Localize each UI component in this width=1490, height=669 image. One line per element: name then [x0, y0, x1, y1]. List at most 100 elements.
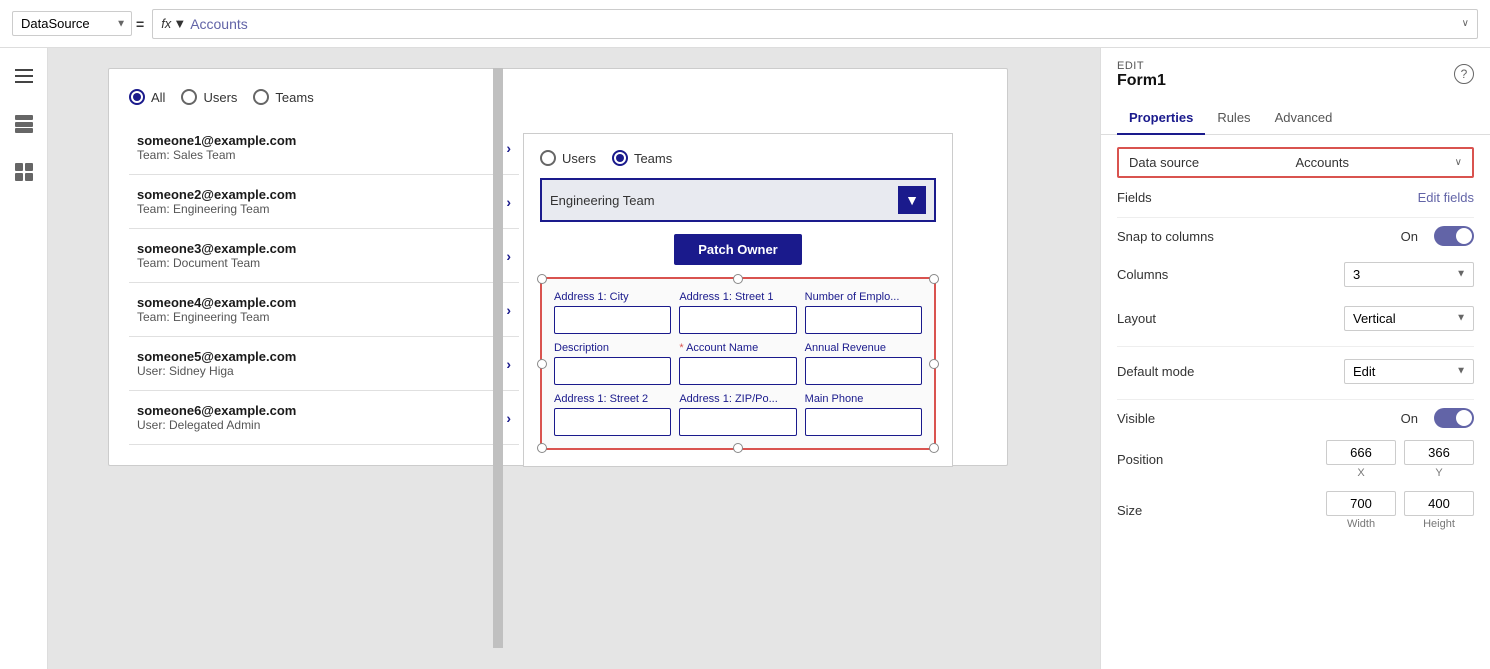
list-item-team: User: Delegated Admin: [137, 418, 296, 432]
inner-radio-users[interactable]: Users: [540, 150, 596, 166]
form-field-phone-input[interactable]: [805, 408, 922, 436]
formula-value: Accounts: [190, 16, 1457, 32]
default-mode-value: Edit View New ▼: [1237, 359, 1474, 384]
form-field-account-name-input[interactable]: [679, 357, 796, 385]
radio-teams-label: Teams: [275, 90, 313, 105]
list-item[interactable]: someone3@example.com Team: Document Team…: [129, 229, 519, 283]
user-list: someone1@example.com Team: Sales Team › …: [129, 121, 519, 445]
inner-radio-teams[interactable]: Teams: [612, 150, 672, 166]
position-y-input[interactable]: [1404, 440, 1474, 465]
data-source-value-group: Accounts ∨: [1296, 155, 1463, 170]
form-field-revenue: Annual Revenue: [805, 342, 922, 385]
snap-toggle-group: On: [1401, 226, 1474, 246]
form-field-street1: Address 1: Street 1: [679, 291, 796, 334]
grid-icon[interactable]: [8, 156, 40, 188]
size-width-input[interactable]: [1326, 491, 1396, 516]
form-field-street2-input[interactable]: [554, 408, 671, 436]
required-asterisk: *: [679, 342, 686, 354]
position-x-group: X: [1326, 440, 1396, 479]
size-height-input[interactable]: [1404, 491, 1474, 516]
list-item[interactable]: someone4@example.com Team: Engineering T…: [129, 283, 519, 337]
columns-row: Columns 3 1 2 ▼: [1117, 258, 1474, 290]
snap-to-columns-toggle[interactable]: [1434, 226, 1474, 246]
patch-owner-button[interactable]: Patch Owner: [674, 234, 801, 265]
radio-all-label: All: [151, 90, 165, 105]
main-area: All Users Teams someone1@example.com Tea…: [0, 48, 1490, 669]
layout-label: Layout: [1117, 311, 1237, 326]
tab-advanced[interactable]: Advanced: [1263, 102, 1345, 135]
fields-label: Fields: [1117, 190, 1237, 205]
edit-fields-link[interactable]: Edit fields: [1418, 190, 1474, 205]
form-name-label: Form1: [1117, 72, 1474, 90]
edit-label: EDIT: [1117, 60, 1474, 72]
form-field-street1-input[interactable]: [679, 306, 796, 334]
divider2: [1117, 346, 1474, 347]
team-dropdown[interactable]: Engineering Team ▼: [540, 178, 936, 222]
list-item-arrow-icon: ›: [506, 194, 511, 210]
resize-handle-tm[interactable]: [733, 274, 743, 284]
visible-on-label: On: [1401, 411, 1418, 426]
list-item-email: someone1@example.com: [137, 133, 296, 148]
form-field-description-input[interactable]: [554, 357, 671, 385]
columns-select[interactable]: 3 1 2: [1344, 262, 1474, 287]
tab-properties[interactable]: Properties: [1117, 102, 1205, 135]
radio-teams[interactable]: Teams: [253, 89, 313, 105]
resize-handle-br[interactable]: [929, 443, 939, 453]
snap-to-columns-row: Snap to columns On: [1117, 226, 1474, 246]
form-field-revenue-input[interactable]: [805, 357, 922, 385]
form-field-city: Address 1: City: [554, 291, 671, 334]
resize-handle-ml[interactable]: [537, 359, 547, 369]
resize-handle-bl[interactable]: [537, 443, 547, 453]
fx-icon: fx ▼: [161, 16, 186, 31]
form-field-employees-input[interactable]: [805, 306, 922, 334]
form-field-phone: Main Phone: [805, 393, 922, 436]
visible-toggle-group: On: [1401, 408, 1474, 428]
list-item[interactable]: someone5@example.com User: Sidney Higa ›: [129, 337, 519, 391]
radio-all[interactable]: All: [129, 89, 165, 105]
resize-handle-mr[interactable]: [929, 359, 939, 369]
layout-select[interactable]: Vertical Horizontal: [1344, 306, 1474, 331]
default-mode-select[interactable]: Edit View New: [1344, 359, 1474, 384]
canvas-area: All Users Teams someone1@example.com Tea…: [48, 48, 1100, 669]
form-field-account-name-label: * Account Name: [679, 342, 796, 354]
form-fields-grid: Address 1: City Address 1: Street 1 Numb…: [554, 291, 922, 436]
properties-section: Data source Accounts ∨ Fields Edit field…: [1101, 135, 1490, 554]
form-field-revenue-label: Annual Revenue: [805, 342, 922, 354]
help-icon[interactable]: ?: [1454, 64, 1474, 84]
list-item[interactable]: someone1@example.com Team: Sales Team ›: [129, 121, 519, 175]
form-field-street2-label: Address 1: Street 2: [554, 393, 671, 405]
form-field-employees: Number of Emplo...: [805, 291, 922, 334]
data-source-chevron-icon: ∨: [1455, 157, 1462, 168]
list-item[interactable]: someone6@example.com User: Delegated Adm…: [129, 391, 519, 445]
patch-owner-container: Patch Owner: [540, 234, 936, 265]
snap-to-columns-label: Snap to columns: [1117, 229, 1237, 244]
resize-handle-bm[interactable]: [733, 443, 743, 453]
data-source-label: Data source: [1129, 155, 1296, 170]
visible-toggle[interactable]: [1434, 408, 1474, 428]
columns-label: Columns: [1117, 267, 1237, 282]
datasource-dropdown[interactable]: DataSource: [12, 11, 132, 36]
tab-rules[interactable]: Rules: [1205, 102, 1262, 135]
formula-bar[interactable]: fx ▼ Accounts ∨: [152, 9, 1478, 39]
size-height-label: Height: [1423, 518, 1455, 530]
size-height-group: Height: [1404, 491, 1474, 530]
inner-radio-teams-circle: [612, 150, 628, 166]
inner-panel: Users Teams Engineering Team ▼ Patch Own…: [523, 133, 953, 467]
radio-users[interactable]: Users: [181, 89, 237, 105]
form-field-city-input[interactable]: [554, 306, 671, 334]
form-field-account-name: * Account Name: [679, 342, 796, 385]
hamburger-icon[interactable]: [8, 60, 40, 92]
list-item[interactable]: someone2@example.com Team: Engineering T…: [129, 175, 519, 229]
top-bar: DataSource ▼ = fx ▼ Accounts ∨: [0, 0, 1490, 48]
form-field-zip-input[interactable]: [679, 408, 796, 436]
resize-handle-tl[interactable]: [537, 274, 547, 284]
form-field-description-label: Description: [554, 342, 671, 354]
data-source-row[interactable]: Data source Accounts ∨: [1117, 147, 1474, 178]
layers-icon[interactable]: [8, 108, 40, 140]
inner-radio-group: Users Teams: [540, 150, 936, 166]
list-item-email: someone4@example.com: [137, 295, 296, 310]
form-field-street2: Address 1: Street 2: [554, 393, 671, 436]
position-x-input[interactable]: [1326, 440, 1396, 465]
list-item-team: Team: Engineering Team: [137, 310, 296, 324]
resize-handle-tr[interactable]: [929, 274, 939, 284]
